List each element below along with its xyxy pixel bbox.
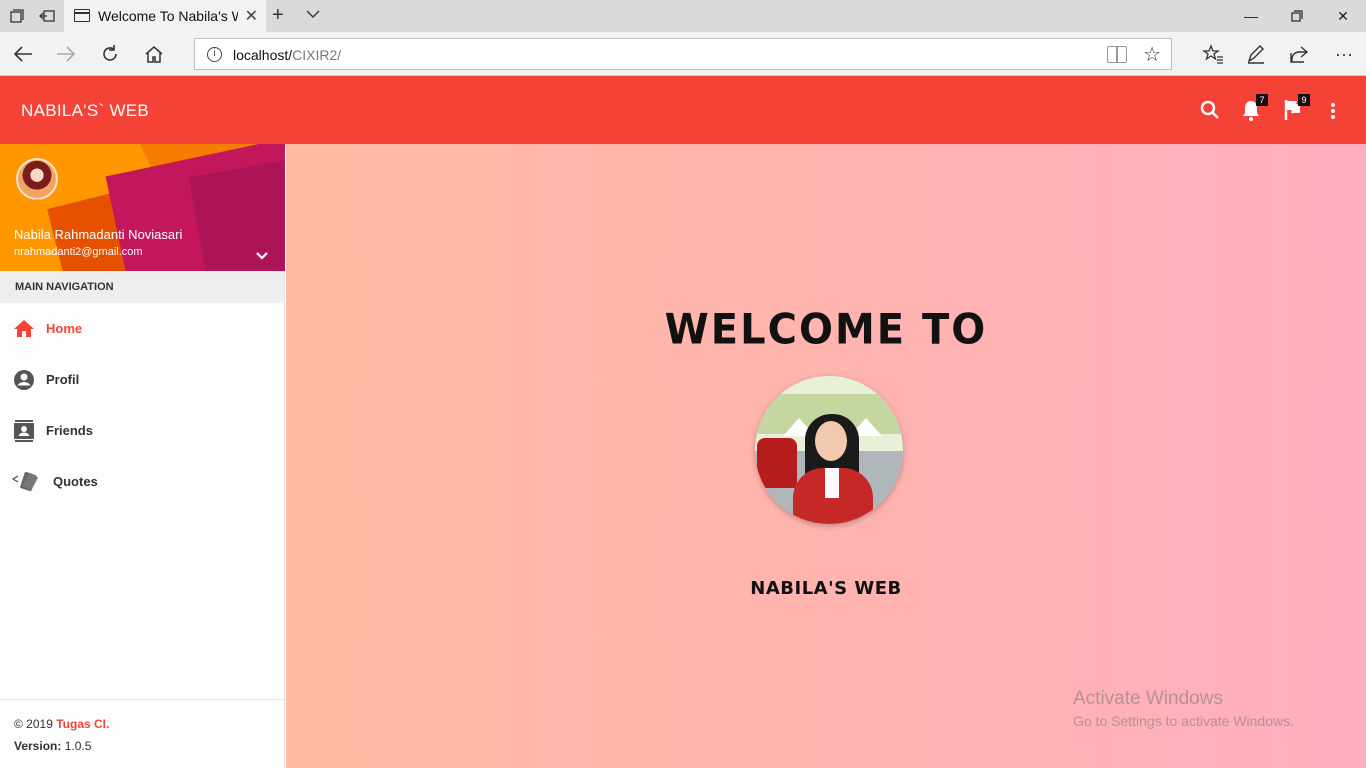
- address-bar[interactable]: i localhost/CIXIR2/ ☆: [194, 38, 1172, 70]
- set-tabs-aside-icon[interactable]: [36, 6, 58, 26]
- browser-tab-bar: Welcome To Nabila's W ✕ + — ✕: [0, 0, 1366, 32]
- more-options-icon[interactable]: ···: [1330, 42, 1358, 66]
- brand-title[interactable]: NABILA'S` WEB: [21, 101, 149, 121]
- sidebar-item-label: Home: [46, 321, 83, 336]
- sidebar-item-profil[interactable]: Profil: [0, 360, 285, 400]
- tab-preview-icon[interactable]: [6, 6, 28, 26]
- restore-button[interactable]: [1274, 4, 1320, 28]
- profile-photo: [755, 376, 903, 524]
- user-name: Nabila Rahmadanti Noviasari: [14, 227, 183, 242]
- url-text: localhost/CIXIR2/: [233, 47, 342, 63]
- more-vert-icon[interactable]: [1320, 98, 1346, 124]
- site-name: NABILA'S WEB: [750, 578, 902, 599]
- notifications-bell-icon[interactable]: 7: [1240, 94, 1268, 124]
- sidebar-item-label: Profil: [46, 372, 80, 387]
- chevron-down-icon[interactable]: [254, 248, 270, 264]
- copyright-text: © 2019 Tugas CI.: [14, 717, 110, 731]
- version-text: Version: 1.0.5: [14, 739, 92, 753]
- app-header: NABILA'S` WEB 7 9: [0, 76, 1366, 144]
- main-content: WELCOME TO NABILA'S WEB Activate Windows…: [286, 144, 1366, 768]
- sidebar-item-label: Quotes: [53, 474, 98, 489]
- new-tab-icon[interactable]: +: [272, 4, 284, 27]
- watermark-line-2: Go to Settings to activate Windows.: [1073, 713, 1294, 729]
- minimize-button[interactable]: —: [1228, 4, 1274, 28]
- sidebar-item-quotes[interactable]: Quotes: [0, 462, 285, 502]
- contacts-icon: [12, 419, 36, 443]
- notifications-badge: 7: [1256, 94, 1268, 106]
- forward-arrow-icon[interactable]: [53, 42, 79, 66]
- user-info-panel: Nabila Rahmadanti Noviasari nrahmadanti2…: [0, 144, 285, 271]
- back-arrow-icon[interactable]: [10, 42, 36, 66]
- favorite-star-icon[interactable]: ☆: [1143, 42, 1161, 67]
- web-note-pen-icon[interactable]: [1242, 42, 1270, 66]
- sidebar-item-label: Friends: [46, 423, 93, 438]
- activate-windows-watermark: Activate Windows Go to Settings to activ…: [1073, 688, 1294, 729]
- site-info-icon[interactable]: i: [207, 47, 222, 62]
- home-browser-icon[interactable]: [141, 42, 167, 66]
- browser-tab[interactable]: Welcome To Nabila's W ✕: [64, 0, 266, 32]
- watermark-line-1: Activate Windows: [1073, 688, 1223, 709]
- avatar[interactable]: [16, 158, 58, 200]
- share-icon[interactable]: [1285, 42, 1313, 66]
- page-favicon-icon: [74, 9, 90, 22]
- sidebar-footer: © 2019 Tugas CI. Version: 1.0.5: [0, 699, 285, 768]
- search-icon[interactable]: [1198, 98, 1224, 124]
- browser-toolbar: i localhost/CIXIR2/ ☆ ···: [0, 32, 1366, 76]
- welcome-heading: WELCOME TO: [664, 305, 988, 355]
- user-email: nrahmadanti2@gmail.com: [14, 246, 143, 258]
- account-circle-icon: [12, 368, 36, 392]
- left-sidebar: Nabila Rahmadanti Noviasari nrahmadanti2…: [0, 144, 285, 768]
- tasks-badge: 9: [1298, 94, 1310, 106]
- copyright-link[interactable]: Tugas CI.: [56, 717, 109, 731]
- tab-title: Welcome To Nabila's W: [98, 8, 238, 24]
- tab-close-icon[interactable]: ✕: [245, 6, 258, 26]
- main-navigation-header: MAIN NAVIGATION: [0, 271, 285, 303]
- sidebar-item-friends[interactable]: Friends: [0, 411, 285, 451]
- sidebar-item-home[interactable]: Home: [0, 309, 285, 349]
- close-window-button[interactable]: ✕: [1320, 4, 1366, 28]
- reading-view-icon[interactable]: [1107, 46, 1127, 63]
- home-icon: [12, 317, 36, 341]
- tab-list-chevron-icon[interactable]: [306, 6, 320, 22]
- flag-icon[interactable]: 9: [1282, 94, 1310, 124]
- cards-icon: [11, 470, 42, 494]
- favorites-hub-icon[interactable]: [1199, 42, 1227, 66]
- refresh-icon[interactable]: [97, 42, 123, 66]
